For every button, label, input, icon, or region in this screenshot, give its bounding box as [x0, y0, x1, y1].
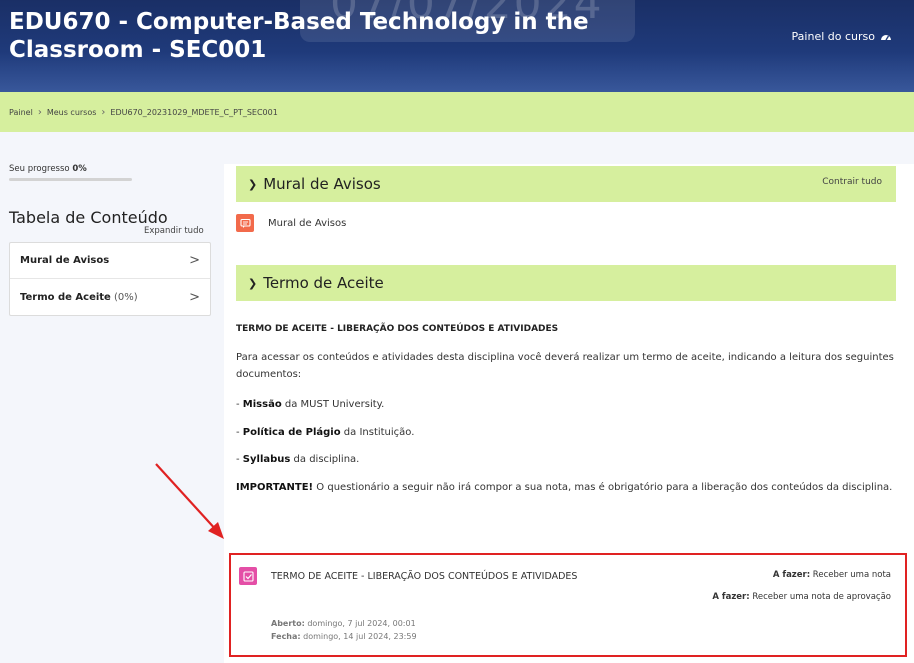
open-value: domingo, 7 jul 2024, 00:01: [304, 619, 416, 628]
chevron-right-icon: >: [189, 253, 200, 268]
section-title: Termo de Aceite: [263, 274, 384, 292]
course-panel-label: Painel do curso: [791, 30, 875, 43]
quiz-activity-termo-de-aceite[interactable]: TERMO DE ACEITE - LIBERAÇÃO DOS CONTEÚDO…: [229, 553, 907, 657]
open-label: Aberto:: [271, 619, 305, 628]
quiz-title[interactable]: TERMO DE ACEITE - LIBERAÇÃO DOS CONTEÚDO…: [271, 571, 577, 582]
doc-item-missao: - Missão da MUST University.: [236, 396, 898, 413]
intro-text: Para acessar os conteúdos e atividades d…: [236, 352, 894, 380]
doc-bold: Syllabus: [242, 454, 291, 465]
todo-value: Receber uma nota de aprovação: [749, 592, 891, 602]
caret-down-icon: ❯: [248, 276, 258, 290]
activity-mural-de-avisos[interactable]: Mural de Avisos: [236, 214, 346, 232]
breadcrumb-item-painel[interactable]: Painel: [9, 108, 33, 117]
expand-all-link[interactable]: Expandir tudo: [144, 226, 204, 236]
dashboard-icon: [881, 34, 891, 40]
toc-item-percent: (0%): [114, 291, 138, 303]
section-title: Mural de Avisos: [263, 175, 381, 193]
doc-item-plagio: - Política de Plágio da Instituição.: [236, 424, 898, 441]
course-panel-link[interactable]: Painel do curso: [792, 30, 892, 43]
progress-text: Seu progresso: [9, 164, 70, 174]
toc-title: Tabela de Conteúdo: [9, 208, 168, 227]
doc-item-syllabus: - Syllabus da disciplina.: [236, 451, 898, 468]
chevron-right-icon: ›: [37, 106, 42, 118]
term-heading: TERMO DE ACEITE - LIBERAÇÃO DOS CONTEÚDO…: [236, 324, 559, 334]
arrow-annotation: [155, 463, 224, 539]
close-value: domingo, 14 jul 2024, 23:59: [300, 632, 417, 641]
progress-value: 0%: [72, 164, 87, 174]
doc-rest: da disciplina.: [290, 454, 360, 465]
important-rest: O questionário a seguir não irá compor a…: [313, 482, 893, 493]
section-termo-de-aceite[interactable]: ❯ Termo de Aceite: [236, 265, 896, 301]
progress-bar: [9, 178, 132, 181]
course-title: EDU670 - Computer-Based Technology in th…: [9, 9, 589, 63]
chevron-right-icon: ›: [101, 106, 106, 118]
doc-rest: da MUST University.: [281, 399, 385, 410]
breadcrumb: Painel › Meus cursos › EDU670_20231029_M…: [0, 92, 914, 132]
todo-value: Receber uma nota: [810, 570, 891, 580]
section-mural-de-avisos[interactable]: ❯ Mural de Avisos Contrair tudo: [236, 166, 896, 202]
activity-label: Mural de Avisos: [268, 217, 347, 229]
quiz-icon: [239, 567, 257, 585]
doc-rest: da Instituição.: [340, 427, 415, 438]
doc-bold: Missão: [242, 399, 282, 410]
important-note: IMPORTANTE! O questionário a seguir não …: [236, 479, 898, 496]
toc-item-mural-de-avisos[interactable]: Mural de Avisos >: [10, 243, 210, 279]
forum-icon: [236, 214, 254, 232]
caret-down-icon: ❯: [248, 177, 258, 191]
todo-label: A fazer:: [712, 592, 750, 602]
doc-prefix: -: [236, 427, 243, 438]
doc-prefix: -: [236, 399, 243, 410]
collapse-all-link[interactable]: Contrair tudo: [822, 177, 882, 187]
doc-prefix: -: [236, 454, 243, 465]
quiz-dates: Aberto: domingo, 7 jul 2024, 00:01 Fecha…: [271, 617, 417, 643]
chevron-right-icon: >: [189, 289, 200, 305]
breadcrumb-item-meus-cursos[interactable]: Meus cursos: [47, 108, 97, 117]
close-date: Fecha: domingo, 14 jul 2024, 23:59: [271, 630, 417, 643]
open-date: Aberto: domingo, 7 jul 2024, 00:01: [271, 617, 417, 630]
breadcrumb-item-course[interactable]: EDU670_20231029_MDETE_C_PT_SEC001: [110, 108, 277, 117]
toc-item-termo-de-aceite[interactable]: Termo de Aceite (0%) >: [10, 279, 210, 315]
toc-item-label: Termo de Aceite: [20, 291, 111, 303]
important-bold: IMPORTANTE!: [236, 482, 314, 493]
todo-receive-grade: A fazer: Receber uma nota: [773, 570, 891, 580]
progress-label: Seu progresso 0%: [9, 164, 87, 174]
doc-bold: Política de Plágio: [242, 427, 341, 438]
toc-list: Mural de Avisos > Termo de Aceite (0%) >: [9, 242, 211, 316]
close-label: Fecha:: [271, 632, 301, 641]
todo-label: A fazer:: [772, 570, 811, 580]
course-header: 07/07/2024 EDU670 - Computer-Based Techn…: [0, 0, 914, 92]
toc-item-label: Mural de Avisos: [20, 255, 110, 266]
todo-receive-passing-grade: A fazer: Receber uma nota de aprovação: [712, 592, 891, 602]
